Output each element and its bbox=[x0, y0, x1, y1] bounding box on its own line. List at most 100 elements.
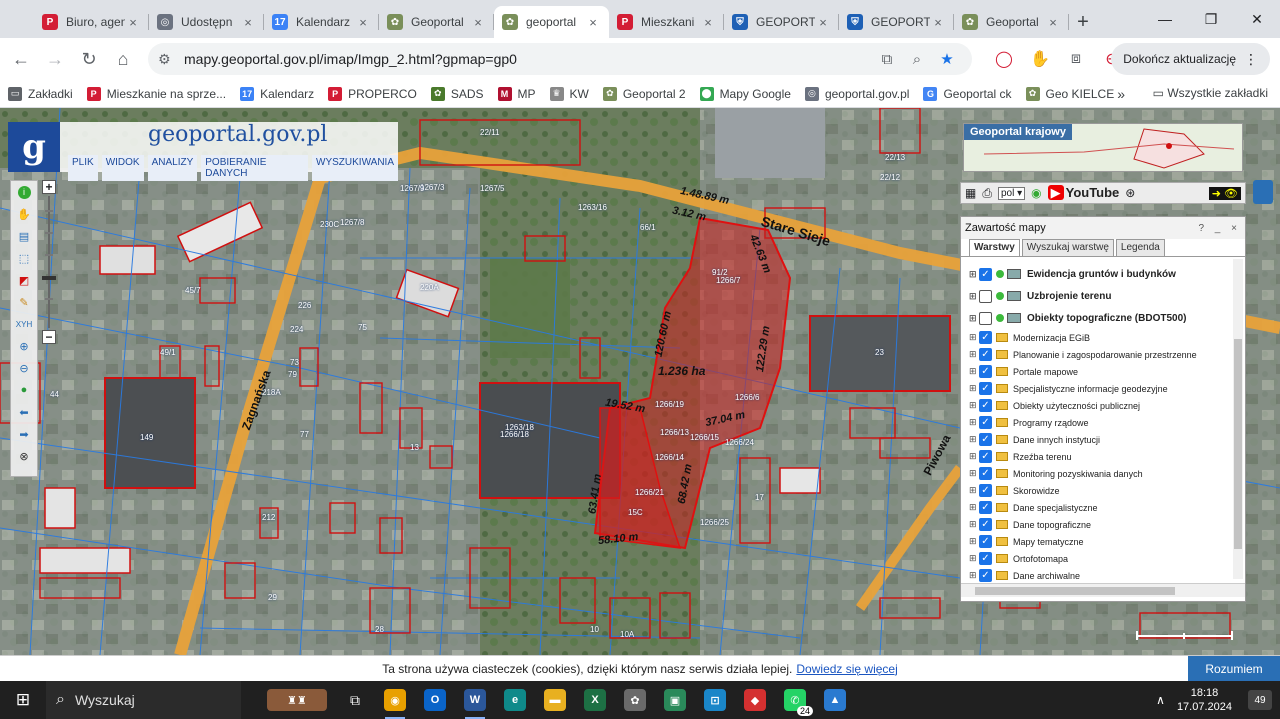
accessibility-eye-icon[interactable]: ➜ 👁 bbox=[1208, 186, 1241, 200]
close-tab-icon[interactable]: × bbox=[125, 15, 141, 30]
cookie-accept-button[interactable]: Rozumiem bbox=[1188, 656, 1280, 682]
task-view-icon[interactable]: ⧉ bbox=[335, 681, 375, 719]
browser-tab[interactable]: 17 Kalendarz × bbox=[264, 6, 379, 38]
zoom-plus-button[interactable]: + bbox=[42, 180, 56, 194]
restore-icon[interactable]: ❐ bbox=[1188, 0, 1234, 38]
scrollbar-thumb[interactable] bbox=[975, 587, 1175, 595]
anydesk-icon[interactable]: ◆ bbox=[735, 681, 775, 719]
scrollbar-thumb[interactable] bbox=[1234, 339, 1242, 549]
layer-item[interactable]: ⊞ Uzbrojenie terenu bbox=[961, 285, 1245, 307]
close-tab-icon[interactable]: × bbox=[815, 15, 831, 30]
layer-checkbox[interactable]: ✓ bbox=[979, 416, 992, 429]
layer-item[interactable]: ⊞ ✓ Monitoring pozyskiwania danych bbox=[961, 465, 1245, 482]
whatsapp-icon[interactable]: ✆ 24 bbox=[775, 681, 815, 719]
geoportal-logo-icon[interactable]: g bbox=[8, 122, 60, 172]
outlook-icon[interactable]: O bbox=[415, 681, 455, 719]
forward-icon[interactable]: → bbox=[38, 42, 72, 76]
expand-icon[interactable]: ⊞ bbox=[969, 519, 979, 530]
layer-item[interactable]: ⊞ ✓ Portale mapowe bbox=[961, 363, 1245, 380]
expand-icon[interactable]: ⊞ bbox=[969, 269, 979, 280]
horizontal-scrollbar[interactable] bbox=[961, 583, 1245, 597]
close-tab-icon[interactable]: × bbox=[700, 15, 716, 30]
layer-checkbox[interactable] bbox=[979, 289, 992, 303]
panel-tab[interactable]: Legenda bbox=[1115, 239, 1165, 256]
new-tab-button[interactable]: + bbox=[1069, 6, 1097, 38]
all-bookmarks-button[interactable]: ▭ Wszystkie zakładki bbox=[1153, 86, 1268, 100]
cookie-learn-more-link[interactable]: Dowiedz się więcej bbox=[796, 662, 897, 676]
help-icon[interactable]: ◉ bbox=[1031, 186, 1041, 200]
reload-icon[interactable]: ↻ bbox=[72, 42, 106, 76]
language-select[interactable]: pol ▾ bbox=[997, 186, 1026, 200]
url-text[interactable]: mapy.geoportal.gov.pl/imap/Imgp_2.html?g… bbox=[180, 51, 872, 67]
windows-start-icon[interactable]: ⊞ bbox=[0, 681, 46, 719]
zoom-track[interactable] bbox=[48, 196, 50, 328]
layer-checkbox[interactable]: ✓ bbox=[979, 450, 992, 463]
layer-checkbox[interactable]: ✓ bbox=[979, 399, 992, 412]
weather-widget-icon[interactable]: ♜♜ bbox=[259, 681, 335, 719]
layer-checkbox[interactable]: ✓ bbox=[979, 552, 992, 565]
minimize-icon[interactable]: — bbox=[1142, 0, 1188, 38]
expand-icon[interactable]: ⊞ bbox=[969, 485, 979, 496]
browser-tab[interactable]: ✿ Geoportal × bbox=[379, 6, 494, 38]
hand-pan-icon[interactable]: ✋ bbox=[11, 203, 37, 225]
edge-icon[interactable]: e bbox=[495, 681, 535, 719]
browser-tab[interactable]: ✿ Geoportal × bbox=[954, 6, 1069, 38]
panel-controls[interactable]: ? _ × bbox=[1198, 223, 1241, 234]
layer-item[interactable]: ⊞ ✓ Planowanie i zagospodarowanie przestrz… bbox=[961, 346, 1245, 363]
expand-icon[interactable]: ⊞ bbox=[969, 366, 979, 377]
panel-tab[interactable]: Warstwy bbox=[969, 239, 1020, 256]
geoportal-menu-item[interactable]: ANALIZY bbox=[147, 155, 198, 181]
layer-checkbox[interactable]: ✓ bbox=[979, 518, 992, 531]
expand-icon[interactable]: ⊞ bbox=[969, 313, 979, 324]
expand-icon[interactable]: ⊞ bbox=[969, 291, 979, 302]
layer-checkbox[interactable] bbox=[979, 311, 992, 325]
overview-minimap[interactable]: Geoportal krajowy bbox=[963, 123, 1243, 172]
site-info-icon[interactable]: ⚙ bbox=[158, 51, 180, 68]
panel-tab[interactable]: Wyszukaj warstwę bbox=[1021, 239, 1114, 256]
geoportal-menu-item[interactable]: WYSZUKIWANIA bbox=[312, 155, 398, 181]
tray-chevron-icon[interactable]: ∧ bbox=[1156, 693, 1165, 707]
hand-extension-icon[interactable]: ✋ bbox=[1022, 49, 1058, 69]
layer-checkbox[interactable]: ✓ bbox=[979, 467, 992, 480]
zoom-out-icon[interactable]: ⊖ bbox=[11, 357, 37, 379]
marker-icon[interactable]: ◩ bbox=[11, 269, 37, 291]
teams-icon[interactable]: ⊡ bbox=[695, 681, 735, 719]
browser-tab[interactable]: ⛨ GEOPORTA× bbox=[839, 6, 954, 38]
zoom-icon[interactable]: ⌕ bbox=[902, 51, 932, 68]
layer-checkbox[interactable]: ✓ bbox=[979, 382, 992, 395]
bookmark-item[interactable]: M MP bbox=[497, 86, 536, 101]
expand-icon[interactable]: ⊞ bbox=[969, 417, 979, 428]
menu-dots-icon[interactable]: ⋮ bbox=[1244, 51, 1258, 68]
globe-icon[interactable]: ● bbox=[11, 379, 37, 401]
info-icon[interactable]: i bbox=[11, 181, 37, 203]
layer-item[interactable]: ⊞ ✓ Skorowidze bbox=[961, 482, 1245, 499]
layer-checkbox[interactable]: ✓ bbox=[979, 365, 992, 378]
youtube-link[interactable]: ▶ YouTube bbox=[1047, 185, 1119, 201]
bookmark-star-icon[interactable]: ★ bbox=[932, 50, 962, 68]
bookmark-item[interactable]: G Geoportal ck bbox=[923, 86, 1012, 101]
bookmark-item[interactable]: P PROPERCO bbox=[328, 86, 417, 101]
expand-icon[interactable]: ⊞ bbox=[969, 434, 979, 445]
expand-icon[interactable]: ⊞ bbox=[969, 570, 979, 581]
layer-checkbox[interactable]: ✓ bbox=[979, 433, 992, 446]
coordinates-icon[interactable]: XYH bbox=[11, 313, 37, 335]
zoom-in-icon[interactable]: ⊕ bbox=[11, 335, 37, 357]
pencil-icon[interactable]: ✎ bbox=[11, 291, 37, 313]
list-icon[interactable]: ▤ bbox=[11, 225, 37, 247]
layer-item[interactable]: ⊞ Obiekty topograficzne (BDOT500) bbox=[961, 307, 1245, 329]
monitor-icon[interactable]: ▣ bbox=[655, 681, 695, 719]
reset-view-icon[interactable]: ⊗ bbox=[11, 445, 37, 467]
bookmark-item[interactable]: ▭ Zakładki bbox=[8, 86, 73, 101]
bookmark-item[interactable]: ✿ Geo KIELCE bbox=[1025, 86, 1114, 101]
explorer-icon[interactable]: ▬ bbox=[535, 681, 575, 719]
side-toggle-button[interactable] bbox=[1253, 180, 1273, 204]
expand-icon[interactable]: ⊞ bbox=[969, 400, 979, 411]
bookmark-item[interactable]: 17 Kalendarz bbox=[240, 86, 314, 101]
layer-item[interactable]: ⊞ ✓ Mapy tematyczne bbox=[961, 533, 1245, 550]
bookmark-item[interactable]: ✿ SADS bbox=[430, 86, 484, 101]
layer-item[interactable]: ⊞ ✓ Dane specjalistyczne bbox=[961, 499, 1245, 516]
taskbar-search[interactable]: ⌕ Wyszukaj bbox=[46, 681, 241, 719]
browser-tab[interactable]: ✿ geoportal × bbox=[494, 6, 609, 38]
layer-checkbox[interactable]: ✓ bbox=[979, 569, 992, 582]
layer-item[interactable]: ⊞ ✓ Obiekty użyteczności publicznej bbox=[961, 397, 1245, 414]
